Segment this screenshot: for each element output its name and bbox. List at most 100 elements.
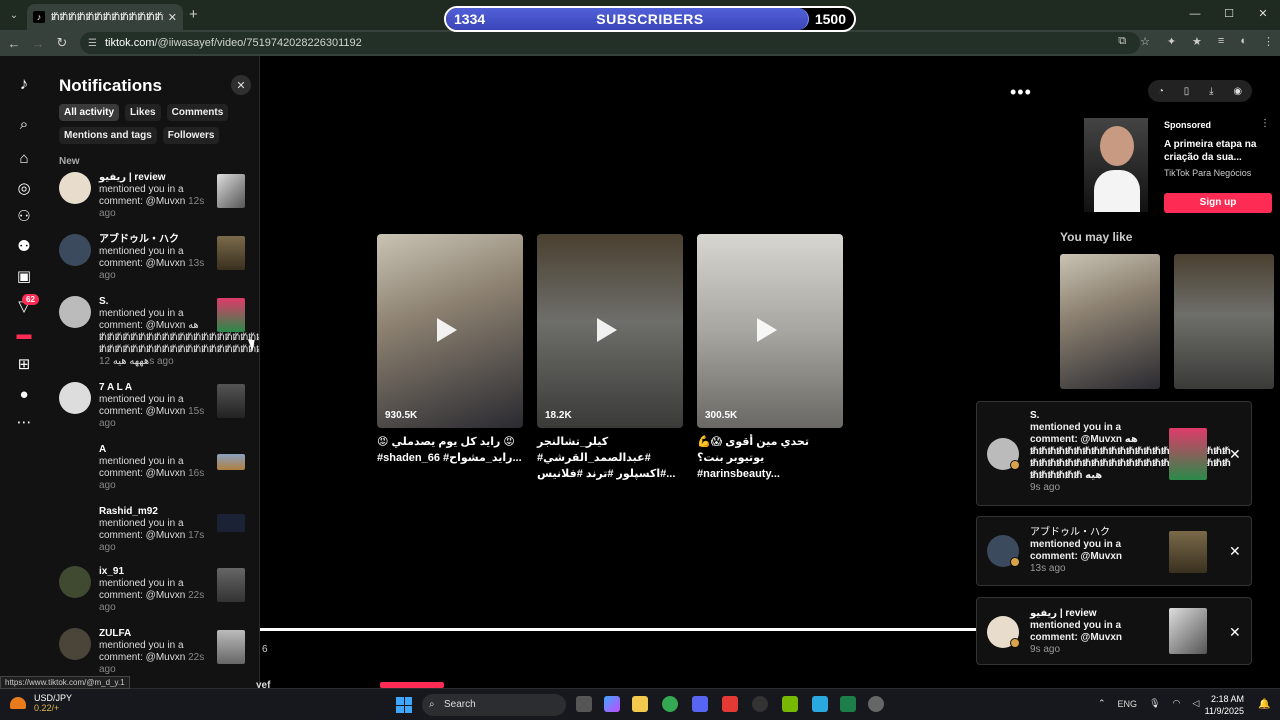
video-thumbnail[interactable]	[217, 174, 245, 208]
video-thumbnail[interactable]	[217, 514, 245, 532]
notification-toast[interactable]: ريفيو | review mentioned you in a commen…	[976, 597, 1252, 665]
app-icon[interactable]	[812, 696, 828, 712]
friends-icon[interactable]: ⚉	[14, 236, 34, 256]
live-tv-icon[interactable]: ▣	[14, 266, 34, 286]
play-icon[interactable]	[597, 318, 617, 342]
notification-user[interactable]: Rashid_m92	[99, 506, 211, 518]
video-thumbnail[interactable]	[217, 568, 245, 602]
ad-thumbnail[interactable]	[1084, 118, 1148, 212]
video-card[interactable]: 18.2K	[537, 234, 683, 428]
notification-item[interactable]: S. mentioned you in a comment: @Muvxn هه…	[59, 296, 259, 376]
browser-tab[interactable]: ♪ ᵺᵺᵺᵺᵺᵺᵺᵺᵺᵺᵺᵺᵺᵺᵺᵺᵺᵺᵺ(62) ✕	[27, 4, 183, 30]
video-thumbnail[interactable]	[217, 630, 245, 664]
notification-user[interactable]: S.	[99, 296, 211, 308]
notification-item[interactable]: 7 A L A mentioned you in a comment: @Muv…	[59, 382, 249, 440]
nvidia-icon[interactable]	[782, 696, 798, 712]
notification-bell-icon[interactable]: 🔔	[1258, 699, 1270, 710]
app-icon[interactable]	[722, 696, 738, 712]
more-options-icon[interactable]: •••	[1010, 82, 1032, 103]
copilot-icon[interactable]	[604, 696, 620, 712]
avatar[interactable]	[59, 234, 91, 266]
ticker-widget[interactable]: USD/JPY 0.22/+	[10, 693, 72, 713]
task-view-icon[interactable]	[576, 696, 592, 712]
video-caption[interactable]: 😡 رايد كل يوم يصدملي 😡 #shaden_66 #رايد_…	[377, 434, 523, 466]
tab-list-chevron-icon[interactable]: ⌄	[5, 6, 23, 24]
notification-user[interactable]: 7 A L A	[99, 382, 211, 394]
toast-thumbnail[interactable]	[1169, 608, 1207, 654]
download-icon[interactable]: ⤓	[1209, 86, 1213, 97]
notification-toast[interactable]: S. mentioned you in a comment: @Muvxn هه…	[976, 401, 1252, 506]
filter-followers[interactable]: Followers	[162, 127, 220, 144]
discord-icon[interactable]	[692, 696, 708, 712]
avatar[interactable]	[59, 444, 91, 476]
more-menu-icon[interactable]: ⋯	[14, 412, 34, 432]
site-info-icon[interactable]: ☰	[88, 38, 97, 49]
forward-arrow-icon[interactable]: →	[26, 36, 50, 51]
following-icon[interactable]: ⚇	[14, 206, 34, 226]
reload-icon[interactable]: ↻	[50, 35, 74, 51]
explore-compass-icon[interactable]: ◎	[14, 178, 34, 198]
volume-icon[interactable]: ◁	[1192, 698, 1199, 709]
avatar[interactable]	[59, 382, 91, 414]
video-progress-line[interactable]	[260, 628, 976, 631]
notification-item[interactable]: ix_91 mentioned you in a comment: @Muvxn…	[59, 566, 249, 624]
avatar[interactable]	[59, 566, 91, 598]
tab-close-icon[interactable]: ✕	[168, 11, 177, 24]
video-thumbnail[interactable]	[217, 384, 245, 418]
file-explorer-icon[interactable]	[632, 696, 648, 712]
avatar[interactable]	[59, 296, 91, 328]
taskbar-clock[interactable]: 2:18 AM 11/9/2025	[1200, 693, 1244, 717]
notification-user[interactable]: ريفيو | review	[99, 172, 211, 184]
phone-icon[interactable]: ▯	[1184, 86, 1190, 97]
close-notifications-icon[interactable]: ✕	[231, 75, 251, 95]
new-tab-button[interactable]: +	[189, 6, 198, 23]
profile-avatar[interactable]: ●	[14, 384, 34, 404]
video-thumbnail[interactable]	[217, 298, 245, 332]
bookmark-star-icon[interactable]: ☆	[1140, 35, 1150, 48]
speed-icon[interactable]: ◔	[1158, 86, 1164, 97]
messages-icon[interactable]: ▬	[14, 324, 34, 344]
video-thumbnail[interactable]	[217, 236, 245, 270]
avatar[interactable]	[59, 506, 91, 538]
toast-close-icon[interactable]: ✕	[1229, 543, 1241, 560]
notification-item[interactable]: アブドゥル・ハク mentioned you in a comment: @Mu…	[59, 234, 249, 292]
minimize-button[interactable]: —	[1178, 0, 1212, 30]
notification-toast[interactable]: アブドゥル・ハク mentioned you in a comment: @Mu…	[976, 516, 1252, 586]
tray-chevron-icon[interactable]: ⌃	[1098, 698, 1106, 709]
ad-title[interactable]: A primeira etapa na criação da sua...	[1164, 138, 1264, 164]
obs-icon[interactable]	[752, 696, 768, 712]
app-icon[interactable]	[868, 696, 884, 712]
filter-comments[interactable]: Comments	[166, 104, 229, 121]
profile-avatar-icon[interactable]: ◐	[1240, 35, 1247, 48]
extensions-puzzle-icon[interactable]: ✦	[1167, 35, 1176, 48]
toast-thumbnail[interactable]	[1169, 428, 1207, 480]
toast-thumbnail[interactable]	[1169, 531, 1207, 573]
microphone-icon[interactable]: 🎙	[1149, 698, 1160, 709]
upload-plus-icon[interactable]: ⊞	[14, 354, 34, 374]
home-icon[interactable]: ⌂	[14, 148, 34, 168]
maximize-button[interactable]: ☐	[1212, 0, 1246, 30]
avatar[interactable]	[59, 628, 91, 660]
chrome-icon[interactable]	[662, 696, 678, 712]
notification-item[interactable]: Rashid_m92 mentioned you in a comment: @…	[59, 506, 249, 564]
video-card[interactable]: 300.5K	[697, 234, 843, 428]
ad-more-icon[interactable]: ⋮	[1260, 118, 1270, 129]
notification-item[interactable]: ريفيو | review mentioned you in a commen…	[59, 172, 249, 230]
browser-menu-icon[interactable]: ⋮	[1263, 35, 1274, 48]
video-card[interactable]: 930.5K	[377, 234, 523, 428]
filter-mentions-and-tags[interactable]: Mentions and tags	[59, 127, 157, 144]
install-app-icon[interactable]: ⧉	[1118, 35, 1126, 48]
wifi-icon[interactable]: ◠	[1173, 698, 1181, 709]
notification-user[interactable]: A	[99, 444, 211, 456]
address-bar[interactable]: ☰ tiktok.com/@iiwasayef/video/7519742028…	[80, 32, 1140, 54]
video-thumbnail[interactable]	[217, 454, 245, 470]
play-icon[interactable]	[437, 318, 457, 342]
tiktok-logo-icon[interactable]: ♪	[14, 74, 34, 94]
suggested-video[interactable]	[1060, 254, 1160, 389]
record-icon[interactable]: ◉	[1233, 86, 1242, 97]
toast-close-icon[interactable]: ✕	[1229, 624, 1241, 641]
search-icon[interactable]: ⌕	[14, 114, 34, 134]
close-window-button[interactable]: ✕	[1246, 0, 1280, 30]
windows-start-icon[interactable]	[396, 697, 412, 713]
avatar[interactable]	[59, 172, 91, 204]
